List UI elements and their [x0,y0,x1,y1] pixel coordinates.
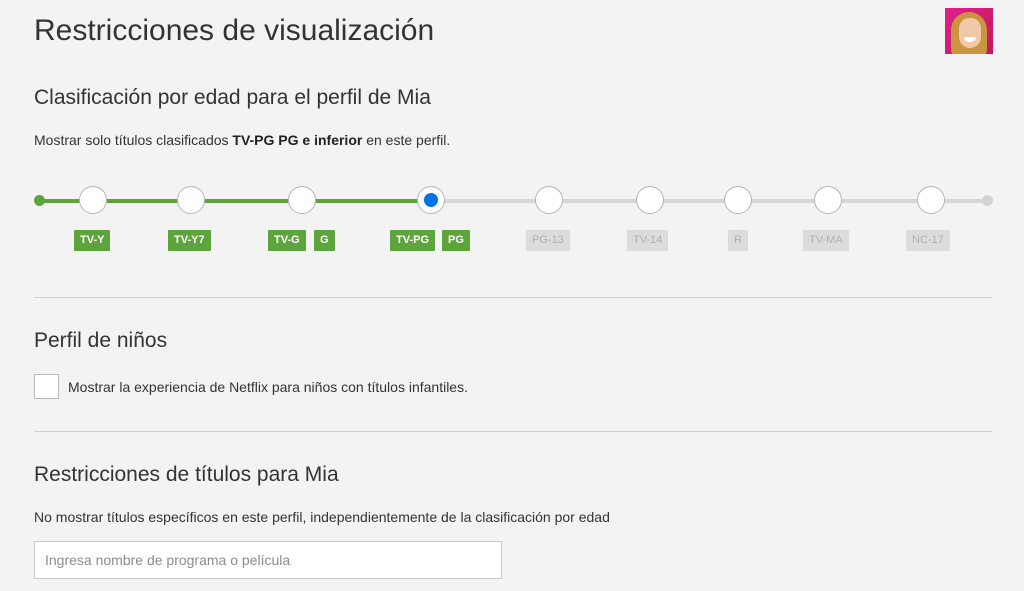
rating-badge-nc-17: NC-17 [906,230,950,251]
title-restrictions-description: No mostrar títulos específicos en este p… [34,509,610,525]
rating-badge-tv-y: TV-Y [74,230,111,251]
maturity-knob-tv-g[interactable] [288,186,316,214]
maturity-desc-bold: TV-PG PG e inferior [232,132,363,148]
maturity-knob-tv-pg[interactable] [417,186,445,214]
section-divider [34,431,992,432]
title-search-input[interactable] [34,541,502,579]
rating-badge-tv-g: TV-G [268,230,306,251]
avatar-face [959,18,981,48]
maturity-knob-tv-14[interactable] [636,186,664,214]
maturity-knob-tv-y7[interactable] [177,186,205,214]
maturity-knob-pg-13[interactable] [535,186,563,214]
maturity-description: Mostrar solo títulos clasificados TV-PG … [34,132,450,148]
kids-profile-checkbox[interactable] [34,374,59,399]
maturity-desc-suffix: en este perfil. [362,132,451,148]
kids-profile-label[interactable]: Mostrar la experiencia de Netflix para n… [68,379,468,395]
slider-end-dot [982,195,993,206]
maturity-heading: Clasificación por edad para el perfil de… [34,86,431,109]
rating-badge-tv-ma: TV-MA [803,230,849,251]
title-restrictions-heading: Restricciones de títulos para Mia [34,463,339,486]
rating-badge-r: R [728,230,748,251]
section-divider [34,297,992,298]
kids-heading: Perfil de niños [34,329,168,352]
maturity-knob-tv-ma[interactable] [814,186,842,214]
rating-badge-tv-pg: TV-PG [390,230,436,251]
maturity-knob-tv-y[interactable] [79,186,107,214]
rating-badge-pg: PG [442,230,470,251]
maturity-knob-nc-17[interactable] [917,186,945,214]
maturity-knob-r[interactable] [724,186,752,214]
rating-badge-pg-13: PG-13 [526,230,570,251]
profile-avatar[interactable] [945,8,993,54]
slider-start-dot [34,195,45,206]
rating-badge-tv-y7: TV-Y7 [168,230,211,251]
rating-badge-g: G [314,230,335,251]
maturity-desc-prefix: Mostrar solo títulos clasificados [34,132,233,148]
rating-badge-tv-14: TV-14 [627,230,669,251]
page-title: Restricciones de visualización [34,14,435,47]
